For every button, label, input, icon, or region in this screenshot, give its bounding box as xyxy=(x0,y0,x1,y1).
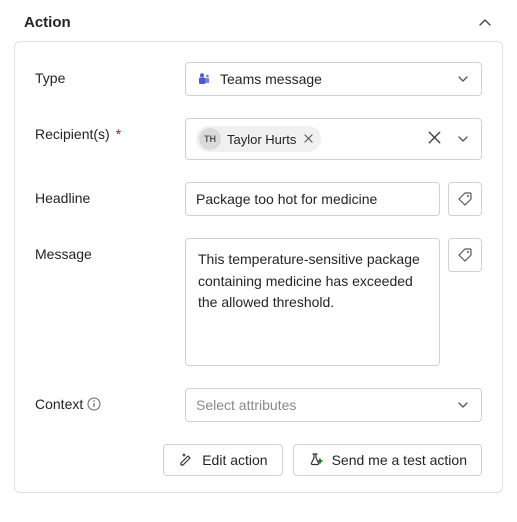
required-indicator: * xyxy=(116,126,121,142)
context-label: Context xyxy=(35,388,185,412)
type-selected-text: Teams message xyxy=(220,71,322,87)
chip-remove-button[interactable] xyxy=(304,132,313,146)
chevron-down-icon xyxy=(457,133,469,145)
headline-input[interactable] xyxy=(185,182,440,216)
recipient-chip: TH Taylor Hurts xyxy=(196,126,321,152)
recipients-input[interactable]: TH Taylor Hurts xyxy=(185,118,482,160)
section-title: Action xyxy=(24,14,71,31)
edit-button-label: Edit action xyxy=(202,452,267,468)
chevron-down-icon xyxy=(455,397,471,413)
type-select[interactable]: Teams message xyxy=(185,62,482,96)
type-row: Type Teams message xyxy=(35,62,482,96)
button-row: Edit action Send me a test action xyxy=(35,444,482,476)
close-icon xyxy=(428,131,441,144)
context-placeholder: Select attributes xyxy=(196,397,296,413)
recipients-dropdown-button[interactable] xyxy=(455,131,471,147)
chevron-up-icon xyxy=(478,16,492,30)
type-label: Type xyxy=(35,62,185,86)
edit-action-button[interactable]: Edit action xyxy=(163,444,282,476)
message-row: Message xyxy=(35,238,482,366)
clear-recipients-button[interactable] xyxy=(428,131,441,147)
section-header: Action xyxy=(0,0,517,41)
context-label-text: Context xyxy=(35,396,83,412)
action-card: Type Teams message xyxy=(14,41,503,493)
message-label: Message xyxy=(35,238,185,262)
recipient-name: Taylor Hurts xyxy=(227,132,296,147)
message-tag-button[interactable] xyxy=(448,238,482,272)
message-input[interactable] xyxy=(185,238,440,366)
chevron-down-icon xyxy=(455,71,471,87)
headline-tag-button[interactable] xyxy=(448,182,482,216)
test-button-label: Send me a test action xyxy=(332,452,467,468)
avatar: TH xyxy=(199,128,221,150)
context-select[interactable]: Select attributes xyxy=(185,388,482,422)
teams-icon xyxy=(196,71,212,87)
recipients-label: Recipient(s) * xyxy=(35,118,185,142)
test-icon xyxy=(308,452,324,468)
tag-icon xyxy=(457,191,473,207)
test-action-button[interactable]: Send me a test action xyxy=(293,444,482,476)
headline-row: Headline xyxy=(35,182,482,216)
recipients-row: Recipient(s) * TH Taylor Hurts xyxy=(35,118,482,160)
recipients-label-text: Recipient(s) xyxy=(35,126,110,142)
collapse-toggle[interactable] xyxy=(477,15,493,31)
tag-icon xyxy=(457,247,473,263)
headline-label: Headline xyxy=(35,182,185,206)
info-icon[interactable] xyxy=(87,397,101,411)
context-row: Context Select attributes xyxy=(35,388,482,422)
edit-icon xyxy=(178,452,194,468)
close-icon xyxy=(304,134,313,143)
